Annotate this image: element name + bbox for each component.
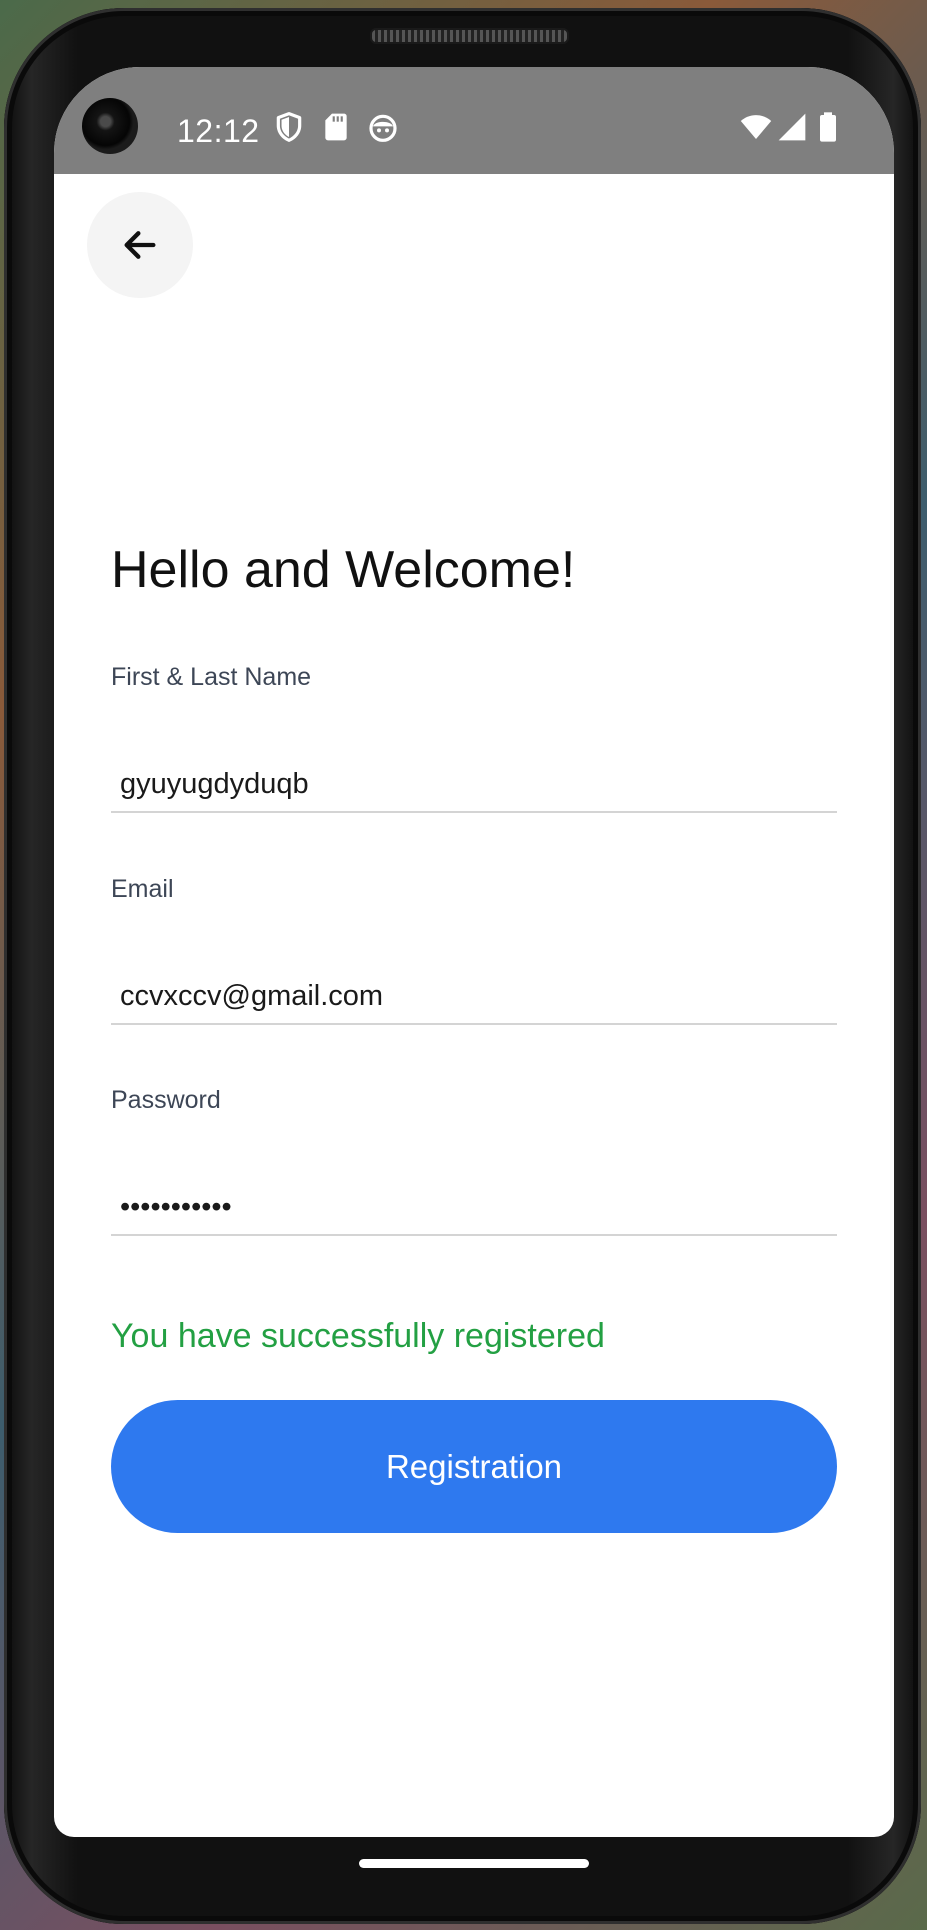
status-time: 12:12 xyxy=(177,113,260,149)
back-button[interactable] xyxy=(87,192,193,298)
email-field[interactable] xyxy=(111,966,837,1026)
sd-card-icon xyxy=(325,113,347,141)
password-field-underline xyxy=(111,1234,837,1236)
password-label: Password xyxy=(111,1086,221,1114)
email-field-underline xyxy=(111,1023,837,1025)
phone-frame: 12:12 Hello and Welcome! First & Last Na… xyxy=(4,8,921,1924)
shield-icon xyxy=(276,112,302,142)
page-title: Hello and Welcome! xyxy=(111,541,576,599)
name-field-underline xyxy=(111,811,837,813)
arrow-left-icon xyxy=(124,231,156,259)
success-message: You have successfully registered xyxy=(111,1317,605,1355)
front-camera xyxy=(82,98,138,154)
name-label: First & Last Name xyxy=(111,663,312,691)
password-field[interactable] xyxy=(111,1177,837,1237)
android-face-icon xyxy=(369,114,397,142)
signal-icon xyxy=(778,113,806,141)
email-label: Email xyxy=(111,875,174,903)
name-field[interactable] xyxy=(111,754,837,814)
battery-icon xyxy=(820,112,836,142)
registration-button[interactable]: Registration xyxy=(111,1400,837,1533)
speaker-grille xyxy=(370,28,569,44)
app-screen: 12:12 Hello and Welcome! First & Last Na… xyxy=(54,67,894,1837)
wifi-icon xyxy=(740,115,772,139)
home-gesture-handle[interactable] xyxy=(359,1859,589,1868)
status-bar: 12:12 xyxy=(54,67,894,174)
